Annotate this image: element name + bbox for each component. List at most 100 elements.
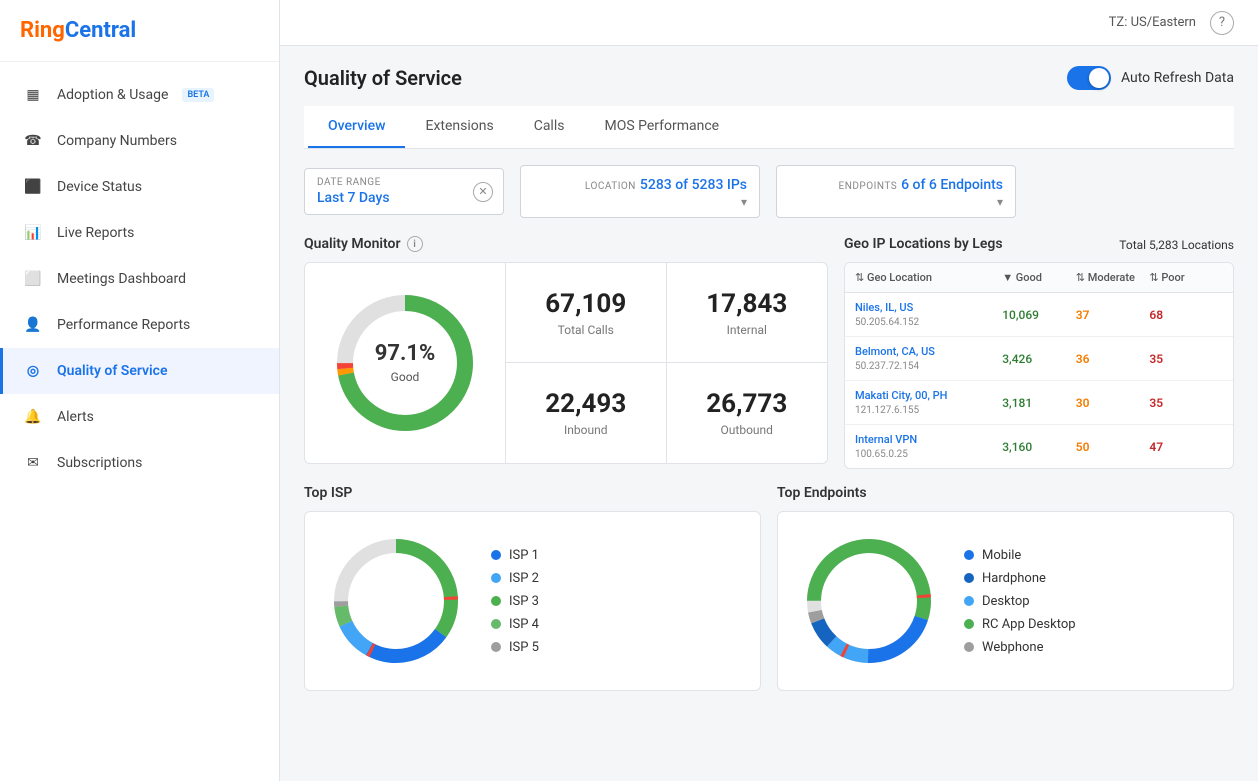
internal-label: Internal [727, 323, 767, 337]
legend-item: ISP 5 [491, 640, 539, 655]
sidebar-item-quality-of-service[interactable]: ◎ Quality of Service [0, 348, 279, 394]
legend-label: ISP 3 [509, 594, 539, 609]
sidebar: RingCentral ▦ Adoption & Usage BETA ☎ Co… [0, 0, 280, 781]
quality-cards: 97.1% Good 67,109 Total Calls 17,843 [304, 262, 828, 464]
legend-item: Hardphone [964, 571, 1076, 586]
legend-dot [964, 642, 974, 652]
date-range-label: DATE RANGE [317, 177, 491, 188]
sidebar-item-company-numbers[interactable]: ☎ Company Numbers [0, 118, 279, 164]
top-endpoints-card: Mobile Hardphone Desktop RC App Desktop … [777, 511, 1234, 691]
sidebar-item-live-reports[interactable]: 📊 Live Reports [0, 210, 279, 256]
donut-percentage: 97.1% [375, 341, 436, 366]
endpoints-legend: Mobile Hardphone Desktop RC App Desktop … [964, 548, 1076, 655]
brand-name: RingCentral [20, 18, 136, 43]
geo-good-value: 10,069 [1002, 308, 1076, 322]
geo-poor-value: 68 [1149, 308, 1223, 322]
legend-dot [964, 596, 974, 606]
timezone-label: TZ: US/Eastern [1109, 15, 1196, 30]
inbound-value: 22,493 [545, 389, 626, 419]
legend-label: ISP 4 [509, 617, 539, 632]
logo: RingCentral [0, 0, 279, 62]
sidebar-nav: ▦ Adoption & Usage BETA ☎ Company Number… [0, 62, 279, 781]
geo-location-name[interactable]: Makati City, 00, PH [855, 389, 1002, 402]
company-numbers-icon: ☎ [23, 131, 43, 151]
sidebar-item-label: Live Reports [57, 225, 134, 241]
geo-location-cell: Internal VPN 100.65.0.25 [855, 433, 1002, 460]
geo-good-value: 3,160 [1002, 440, 1076, 454]
sidebar-item-label: Subscriptions [57, 455, 142, 471]
location-arrow-icon: ▾ [741, 195, 747, 209]
total-calls-label: Total Calls [558, 323, 614, 337]
geo-ip: 100.65.0.25 [855, 449, 908, 460]
tab-mos-performance[interactable]: MOS Performance [584, 106, 739, 148]
legend-label: ISP 2 [509, 571, 539, 586]
page-title: Quality of Service [304, 66, 462, 90]
auto-refresh-control: Auto Refresh Data [1067, 66, 1234, 90]
quality-donut: 97.1% Good [325, 283, 485, 443]
top-endpoints-title: Top Endpoints [777, 485, 1234, 501]
sidebar-item-alerts[interactable]: 🔔 Alerts [0, 394, 279, 440]
table-row: Internal VPN 100.65.0.25 3,160 50 47 [845, 425, 1233, 468]
sidebar-item-label: Quality of Service [57, 363, 168, 379]
col-geo-location[interactable]: ⇅ Geo Location [855, 271, 1002, 284]
geo-poor-value: 35 [1149, 352, 1223, 366]
auto-refresh-toggle[interactable] [1067, 66, 1111, 90]
legend-item: ISP 3 [491, 594, 539, 609]
table-row: Belmont, CA, US 50.237.72.154 3,426 36 3… [845, 337, 1233, 381]
sidebar-item-performance-reports[interactable]: 👤 Performance Reports [0, 302, 279, 348]
quality-monitor-section: Quality Monitor i [304, 236, 828, 469]
legend-item: ISP 4 [491, 617, 539, 632]
legend-label: ISP 1 [509, 548, 539, 563]
top-endpoints-section: Top Endpoints [777, 485, 1234, 691]
content-area: Quality of Service Auto Refresh Data Ove… [280, 46, 1258, 781]
legend-dot [491, 619, 501, 629]
sidebar-item-label: Adoption & Usage [57, 87, 168, 103]
geo-moderate-value: 37 [1076, 308, 1150, 322]
live-reports-icon: 📊 [23, 223, 43, 243]
legend-dot [491, 550, 501, 560]
stat-internal: 17,843 Internal [667, 263, 828, 363]
adoption-icon: ▦ [23, 85, 43, 105]
col-good[interactable]: ▼ Good [1002, 271, 1076, 284]
geo-title: Geo IP Locations by Legs [844, 236, 1003, 252]
geo-ip: 50.205.64.152 [855, 317, 919, 328]
tab-calls[interactable]: Calls [514, 106, 585, 148]
date-range-clear[interactable]: ✕ [473, 182, 493, 202]
top-isp-card: ISP 1 ISP 2 ISP 3 ISP 4 ISP 5 [304, 511, 761, 691]
legend-label: ISP 5 [509, 640, 539, 655]
sidebar-item-adoption[interactable]: ▦ Adoption & Usage BETA [0, 72, 279, 118]
location-filter[interactable]: LOCATION 5283 of 5283 IPs ▾ [520, 165, 760, 218]
legend-dot [491, 573, 501, 583]
performance-reports-icon: 👤 [23, 315, 43, 335]
internal-value: 17,843 [706, 289, 787, 319]
tab-overview[interactable]: Overview [308, 106, 405, 148]
donut-center: 97.1% Good [375, 341, 436, 385]
legend-dot [964, 550, 974, 560]
auto-refresh-label: Auto Refresh Data [1121, 70, 1234, 86]
legend-dot [964, 573, 974, 583]
sidebar-item-meetings-dashboard[interactable]: ⬜ Meetings Dashboard [0, 256, 279, 302]
info-icon[interactable]: i [407, 236, 423, 252]
location-value: 5283 of 5283 IPs [640, 177, 747, 193]
legend-dot [491, 596, 501, 606]
geo-location-name[interactable]: Internal VPN [855, 433, 1002, 446]
legend-item: Desktop [964, 594, 1076, 609]
sidebar-item-subscriptions[interactable]: ✉ Subscriptions [0, 440, 279, 486]
col-poor[interactable]: ⇅ Poor [1149, 271, 1223, 284]
stat-inbound: 22,493 Inbound [506, 363, 667, 463]
bottom-charts-row: Top ISP [304, 485, 1234, 691]
col-moderate[interactable]: ⇅ Moderate [1076, 271, 1150, 284]
date-range-filter[interactable]: DATE RANGE Last 7 Days ✕ [304, 168, 504, 215]
geo-total: Total 5,283 Locations [1119, 238, 1234, 252]
top-isp-title: Top ISP [304, 485, 761, 501]
help-button[interactable]: ? [1210, 11, 1234, 35]
page-header: Quality of Service Auto Refresh Data [304, 66, 1234, 90]
endpoints-filter[interactable]: ENDPOINTS 6 of 6 Endpoints ▾ [776, 165, 1016, 218]
tab-extensions[interactable]: Extensions [405, 106, 513, 148]
geo-location-name[interactable]: Niles, IL, US [855, 301, 1002, 314]
geo-location-name[interactable]: Belmont, CA, US [855, 345, 1002, 358]
outbound-value: 26,773 [706, 389, 787, 419]
sidebar-item-device-status[interactable]: ⬛ Device Status [0, 164, 279, 210]
device-status-icon: ⬛ [23, 177, 43, 197]
subscriptions-icon: ✉ [23, 453, 43, 473]
